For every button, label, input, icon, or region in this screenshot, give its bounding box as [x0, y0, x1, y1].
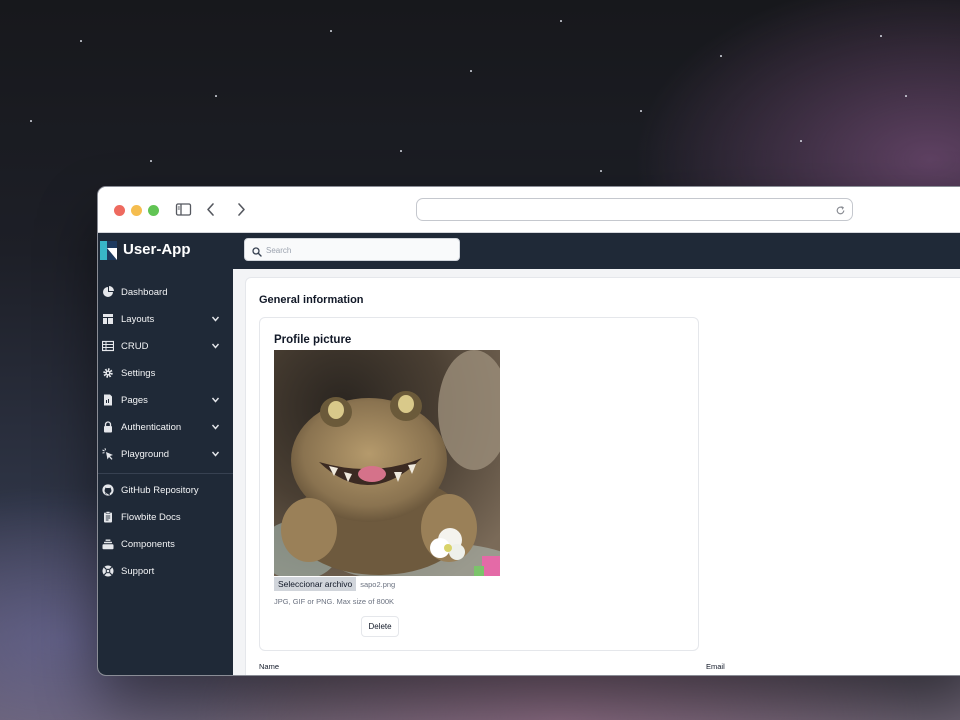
sidebar-item-flowbite-docs[interactable]: Flowbite Docs	[98, 505, 233, 529]
sidebar-item-label: Components	[121, 539, 175, 550]
file-hint: JPG, GIF or PNG. Max size of 800K	[274, 597, 395, 606]
email-label: Email	[706, 662, 725, 671]
layout-icon	[102, 313, 114, 325]
cursor-click-icon	[102, 448, 114, 460]
chevron-down-icon	[211, 396, 220, 407]
sidebar-item-label: Dashboard	[121, 287, 168, 298]
sidebar-item-layouts[interactable]: Layouts	[98, 307, 233, 331]
address-bar[interactable]	[416, 198, 853, 221]
gear-icon	[102, 367, 114, 379]
sidebar-item-settings[interactable]: Settings	[98, 361, 233, 385]
chevron-down-icon	[211, 450, 220, 461]
sidebar-item-components[interactable]: Components	[98, 532, 233, 556]
sidebar: Dashboard Layouts CRUD Settings Pages Au…	[98, 269, 233, 675]
browser-window: User-App Dashboard Layouts	[97, 186, 960, 676]
sidebar-item-support[interactable]: Support	[98, 559, 233, 583]
forward-arrow-icon[interactable]	[234, 201, 248, 223]
app-logo-icon[interactable]	[100, 241, 117, 265]
sidebar-item-label: GitHub Repository	[121, 485, 199, 496]
search-icon	[252, 244, 262, 262]
chevron-down-icon	[211, 315, 220, 326]
sidebar-item-dashboard[interactable]: Dashboard	[98, 280, 233, 304]
minimize-window-button[interactable]	[131, 205, 142, 216]
profile-picture-card: Profile picture Seleccionar archivo sapo…	[259, 317, 699, 651]
search-field[interactable]	[244, 238, 460, 261]
sidebar-item-label: Pages	[121, 395, 148, 406]
chevron-down-icon	[211, 423, 220, 434]
search-input[interactable]	[266, 242, 451, 258]
sidebar-item-label: Support	[121, 566, 155, 577]
section-title: General information	[259, 294, 364, 306]
sidebar-item-label: Layouts	[121, 314, 155, 325]
sidebar-item-label: Settings	[121, 368, 156, 379]
app-title[interactable]: User-App	[123, 241, 191, 258]
sidebar-divider	[98, 473, 233, 474]
general-information-card: General information Profile picture Sele…	[245, 277, 960, 675]
selected-file-name: sapo2.png	[360, 579, 396, 589]
sidebar-toggle-icon[interactable]	[175, 201, 192, 223]
close-window-button[interactable]	[114, 205, 125, 216]
lock-icon	[102, 421, 114, 433]
name-label: Name	[259, 662, 280, 671]
clipboard-icon	[102, 511, 114, 523]
sidebar-item-label: Flowbite Docs	[121, 512, 181, 523]
delete-button[interactable]: Delete	[361, 616, 399, 637]
profile-picture-title: Profile picture	[274, 334, 352, 346]
profile-picture-image	[259, 350, 514, 582]
chevron-down-icon	[211, 342, 220, 353]
sidebar-item-crud[interactable]: CRUD	[98, 334, 233, 358]
main-content: General information Profile picture Sele…	[233, 269, 960, 675]
maximize-window-button[interactable]	[148, 205, 159, 216]
pie-chart-icon	[102, 286, 114, 298]
sidebar-item-github-repository[interactable]: GitHub Repository	[98, 478, 233, 502]
choose-file-button[interactable]: Seleccionar archivo	[274, 577, 357, 591]
sidebar-item-label: CRUD	[121, 341, 149, 352]
app-header: User-App	[98, 233, 960, 269]
browser-titlebar	[98, 187, 960, 233]
back-arrow-icon[interactable]	[204, 201, 218, 223]
github-icon	[102, 484, 114, 496]
sidebar-item-playground[interactable]: Playground	[98, 442, 233, 466]
stack-icon	[102, 538, 114, 550]
sidebar-item-pages[interactable]: Pages	[98, 388, 233, 412]
sidebar-item-authentication[interactable]: Authentication	[98, 415, 233, 439]
table-icon	[101, 340, 115, 352]
sidebar-item-label: Authentication	[121, 422, 182, 433]
lifebuoy-icon	[102, 565, 114, 577]
file-input[interactable]: Seleccionar archivo sapo2.png	[274, 577, 395, 591]
document-icon	[102, 394, 114, 406]
reload-icon[interactable]	[835, 203, 846, 221]
sidebar-item-label: Playground	[121, 449, 170, 460]
